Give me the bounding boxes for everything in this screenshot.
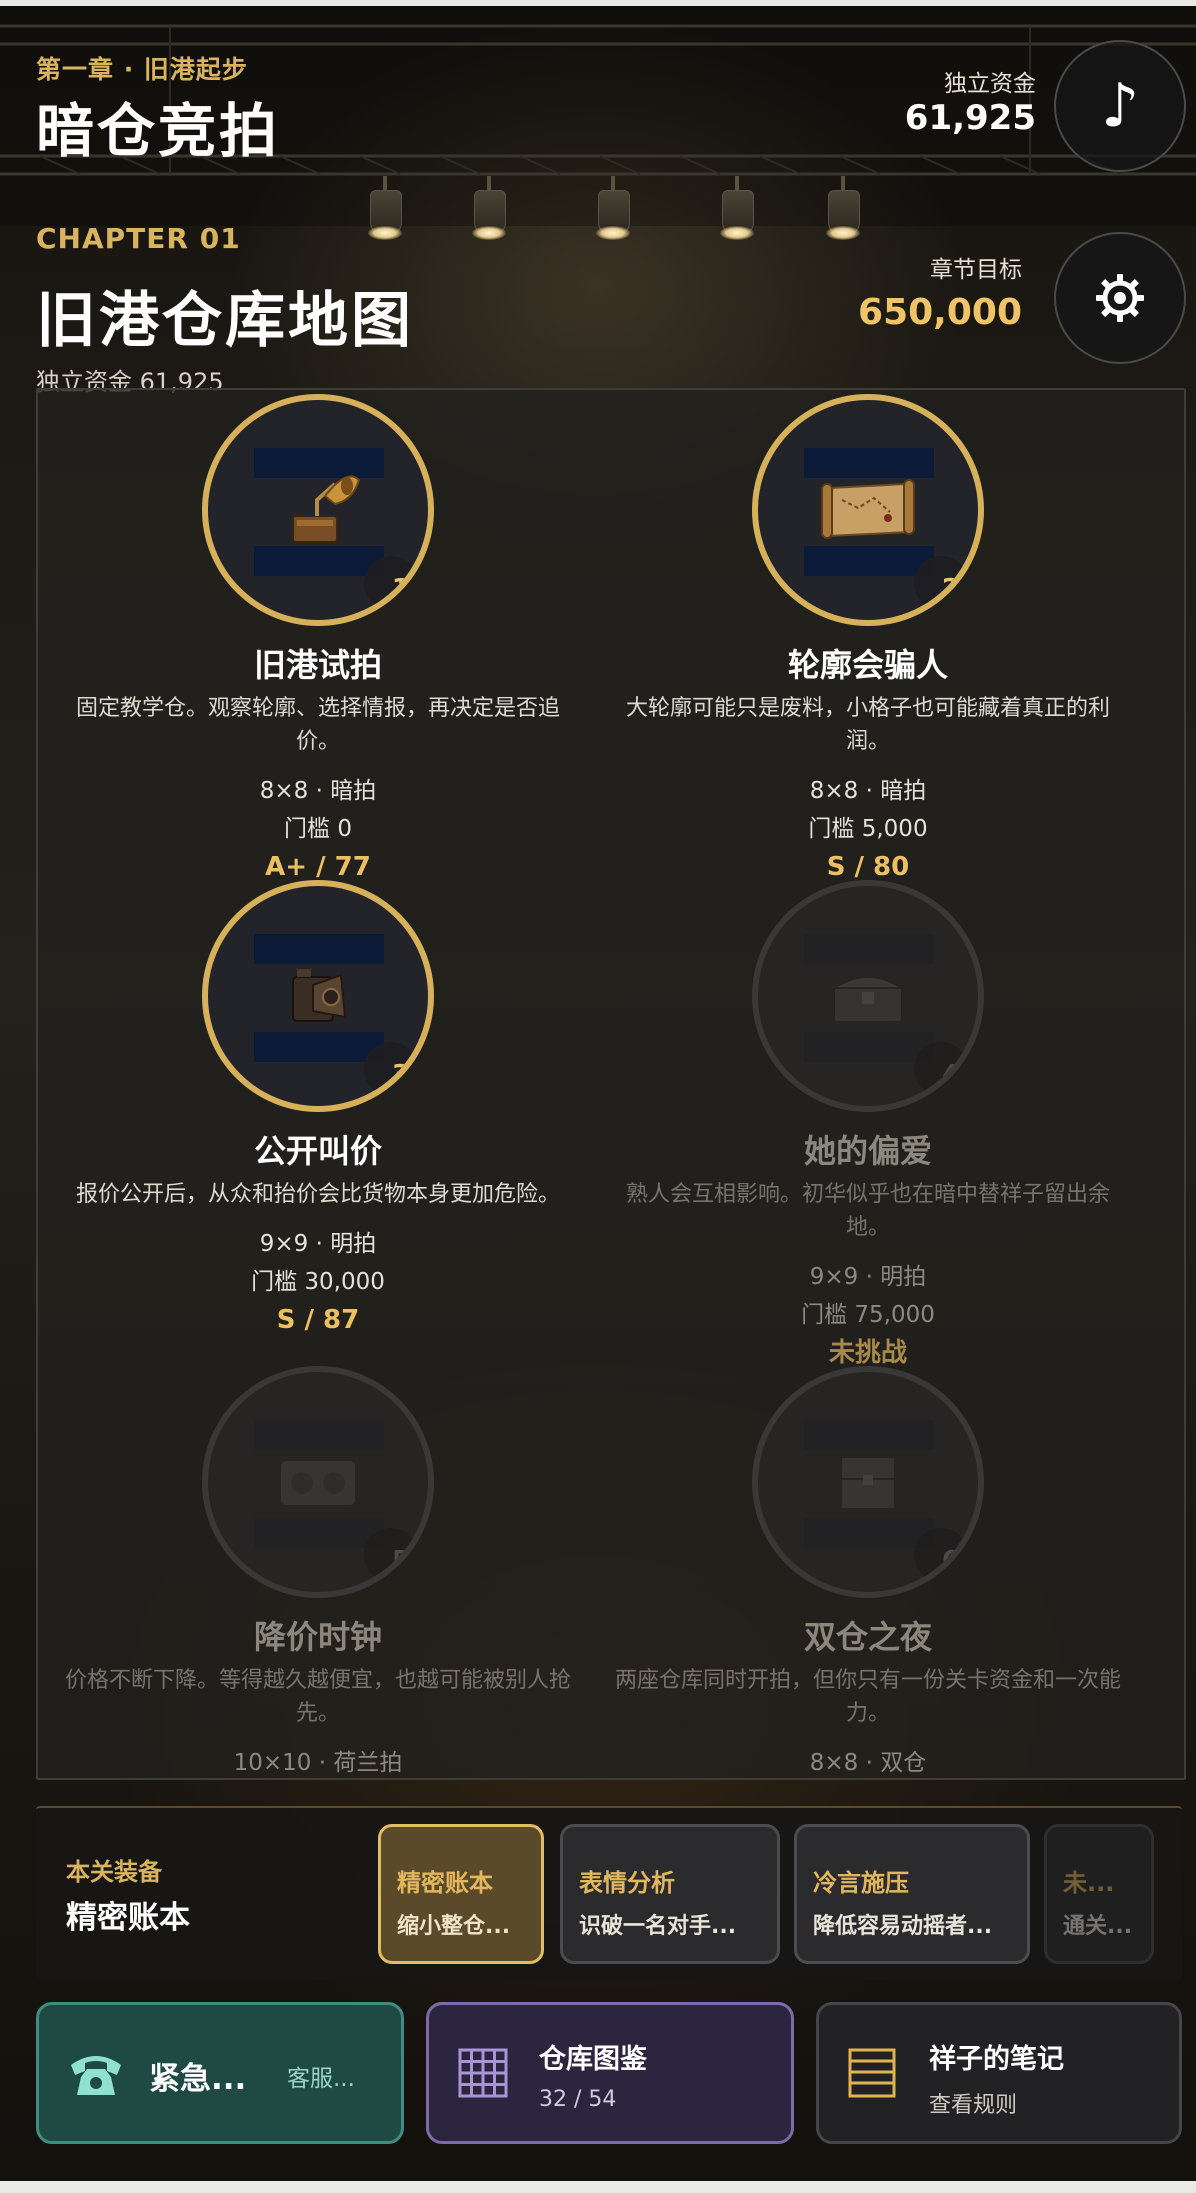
equipment-card-subtitle: 通关... <box>1063 1914 1133 1939</box>
equipment-card-expression[interactable]: 表情分析 识破一名对手... <box>560 1824 780 1964</box>
goal-label: 章节目标 <box>930 257 1022 283</box>
equipment-card-subtitle: 缩小整仓... <box>397 1914 511 1939</box>
map-scroll-icon <box>821 479 915 539</box>
level-description: 大轮廓可能只是废料，小格子也可能藏着真正的利润。 <box>625 696 1110 754</box>
level-grid: 8×8 · 暗拍 <box>809 778 927 804</box>
level-name: 轮廓会骗人 <box>787 646 948 684</box>
level-description: 固定教学仓。观察轮廓、选择情报，再决定是否追价。 <box>75 696 560 754</box>
equipment-card-title: 表情分析 <box>579 1869 675 1897</box>
notes-title: 祥子的笔记 <box>929 2044 1064 2075</box>
level-number: 1 <box>364 556 418 610</box>
radio-icon <box>279 1459 357 1507</box>
level-node-6[interactable]: 6 双仓之夜 两座仓库同时开拍，但你只有一份关卡资金和一次能力。 8×8 · 双… <box>588 1366 1148 1778</box>
level-node-2[interactable]: 2 轮廓会骗人 大轮廓可能只是废料，小格子也可能藏着真正的利润。 8×8 · 暗… <box>588 394 1148 886</box>
level-threshold: 门槛 75,000 <box>801 1302 935 1328</box>
level-number: 2 <box>914 556 968 610</box>
level-node-5[interactable]: 5 降价时钟 价格不断下降。等得越久越便宜，也越可能被别人抢先。 10×10 ·… <box>38 1366 598 1778</box>
level-name: 她的偏爱 <box>803 1132 932 1170</box>
level-number: 4 <box>914 1042 968 1096</box>
level-score: S / 87 <box>276 1305 360 1335</box>
equipment-card-subtitle: 识破一名对手... <box>579 1914 737 1939</box>
music-note-icon: ♪ <box>1100 71 1140 141</box>
gear-icon <box>1096 274 1144 322</box>
telephone-icon <box>71 2056 121 2095</box>
level-number: 5 <box>364 1528 418 1582</box>
settings-button[interactable] <box>1054 232 1186 364</box>
stage-light <box>590 176 636 246</box>
level-grid: 10×10 · 荷兰拍 <box>233 1750 403 1776</box>
funds-label: 独立资金 <box>944 71 1036 97</box>
equipment-card-title: 精密账本 <box>397 1869 493 1897</box>
level-node-1[interactable]: 1 旧港试拍 固定教学仓。观察轮廓、选择情报，再决定是否追价。 8×8 · 暗拍… <box>38 394 598 886</box>
chest-icon <box>830 976 906 1023</box>
atlas-title: 仓库图鉴 <box>539 2044 647 2075</box>
level-description: 价格不断下降。等得越久越便宜，也越可能被别人抢先。 <box>64 1668 571 1726</box>
level-grid: 8×8 · 双仓 <box>809 1750 927 1776</box>
stage-light <box>362 176 408 246</box>
equipment-bar: 本关装备 精密账本 精密账本 缩小整仓... 表情分析 识破一名对手... 冷言… <box>36 1806 1182 1980</box>
equipment-card-ledger[interactable]: 精密账本 缩小整仓... <box>378 1824 544 1964</box>
goal-value: 650,000 <box>858 292 1022 333</box>
level-thumbnail[interactable]: 5 <box>202 1366 434 1598</box>
level-description: 熟人会互相影响。初华似乎也在暗中替祥子留出余地。 <box>625 1182 1110 1240</box>
music-button[interactable]: ♪ <box>1054 40 1186 172</box>
level-thumbnail[interactable]: 2 <box>752 394 984 626</box>
level-name: 降价时钟 <box>253 1618 382 1656</box>
level-thumbnail[interactable]: 4 <box>752 880 984 1112</box>
level-thumbnail[interactable]: 3 <box>202 880 434 1112</box>
chapter-label: 第一章 · 旧港起步 <box>36 55 248 84</box>
map-title: 旧港仓库地图 <box>36 286 414 356</box>
game-title: 暗仓竞拍 <box>36 97 281 165</box>
equipment-current: 精密账本 <box>66 1900 190 1936</box>
atlas-count: 32 / 54 <box>539 2087 617 2112</box>
level-map-panel[interactable]: 1 旧港试拍 固定教学仓。观察轮廓、选择情报，再决定是否追价。 8×8 · 暗拍… <box>36 388 1186 1780</box>
level-number: 6 <box>914 1528 968 1582</box>
level-thumbnail[interactable]: 6 <box>752 1366 984 1598</box>
equipment-card-subtitle: 降低容易动摇者... <box>813 1914 993 1939</box>
level-grid: 9×9 · 明拍 <box>809 1264 927 1290</box>
equipment-card-locked[interactable]: 未... 通关... <box>1044 1824 1154 1964</box>
notes-button[interactable]: 祥子的笔记 查看规则 <box>816 2002 1182 2144</box>
equipment-label: 本关装备 <box>66 1858 162 1886</box>
hotline-sub: 客服... <box>287 2066 355 2092</box>
notes-icon <box>848 2048 896 2098</box>
hotline-label: 紧急... <box>149 2061 247 2097</box>
level-node-4[interactable]: 4 她的偏爱 熟人会互相影响。初华似乎也在暗中替祥子留出余地。 9×9 · 明拍… <box>588 880 1148 1372</box>
stage-light <box>466 176 512 246</box>
level-threshold: 门槛 30,000 <box>251 1269 385 1295</box>
camera-icon <box>292 969 347 1022</box>
level-number: 3 <box>364 1042 418 1096</box>
stage-light <box>714 176 760 246</box>
gramophone-icon <box>292 475 361 543</box>
level-grid: 8×8 · 暗拍 <box>259 778 377 804</box>
crate-icon <box>840 1456 896 1510</box>
equipment-card-pressure[interactable]: 冷言施压 降低容易动摇者... <box>794 1824 1030 1964</box>
level-grid: 9×9 · 明拍 <box>259 1231 377 1257</box>
notes-sub: 查看规则 <box>929 2093 1018 2118</box>
level-threshold: 门槛 0 <box>284 816 352 842</box>
hotline-button[interactable]: 紧急... 客服... <box>36 2002 404 2144</box>
warehouse-atlas-button[interactable]: 仓库图鉴 32 / 54 <box>426 2002 794 2144</box>
level-name: 旧港试拍 <box>253 646 382 684</box>
equipment-card-title: 冷言施压 <box>813 1869 909 1897</box>
grid-icon <box>458 2048 508 2098</box>
level-name: 公开叫价 <box>253 1132 382 1170</box>
level-description: 报价公开后，从众和抬价会比货物本身更加危险。 <box>75 1182 560 1207</box>
stage-light <box>820 176 866 246</box>
funds-value: 61,925 <box>904 98 1036 138</box>
level-thumbnail[interactable]: 1 <box>202 394 434 626</box>
equipment-card-title: 未... <box>1063 1869 1115 1897</box>
chapter-code: CHAPTER 01 <box>36 222 241 255</box>
level-threshold: 门槛 5,000 <box>808 816 928 842</box>
level-description: 两座仓库同时开拍，但你只有一份关卡资金和一次能力。 <box>614 1668 1121 1726</box>
level-name: 双仓之夜 <box>803 1618 932 1656</box>
level-node-3[interactable]: 3 公开叫价 报价公开后，从众和抬价会比货物本身更加危险。 9×9 · 明拍 门… <box>38 880 598 1339</box>
